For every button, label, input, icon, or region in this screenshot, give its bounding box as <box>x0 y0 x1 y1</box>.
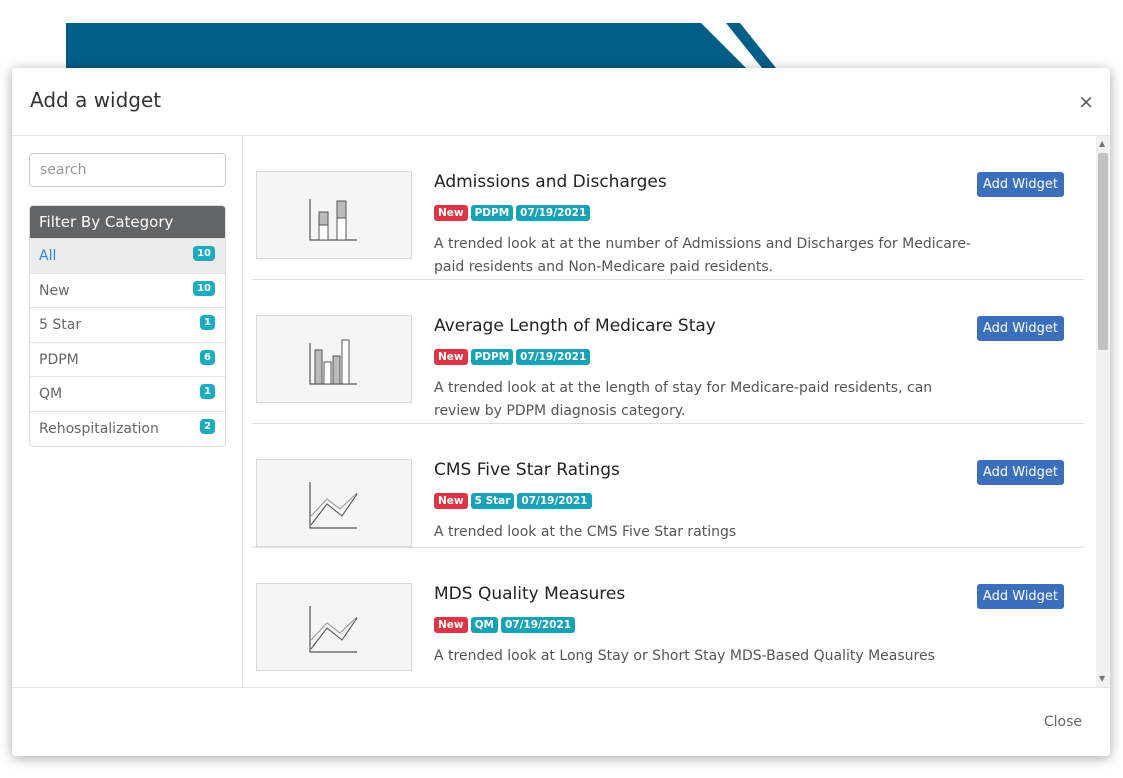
widget-description: A trended look at at the length of stay … <box>434 380 933 419</box>
filter-header: Filter By Category <box>30 206 225 238</box>
scroll-down-icon[interactable]: ▼ <box>1099 675 1105 683</box>
category-tag: 5 Star <box>470 493 515 509</box>
filter-item-label: 5 Star <box>39 317 82 334</box>
widget-title: MDS Quality Measures <box>434 584 626 604</box>
modal-footer: Close <box>12 687 1110 756</box>
widget-thumbnail <box>256 171 412 259</box>
widget-tags: New PDPM 07/19/2021 <box>434 205 591 221</box>
add-widget-button[interactable]: Add Widget <box>976 316 1064 341</box>
add-widget-button[interactable]: Add Widget <box>976 460 1064 485</box>
bar-chart-icon <box>309 339 357 385</box>
add-widget-button[interactable]: Add Widget <box>976 584 1064 609</box>
filter-item-label: Rehospitalization <box>39 420 159 437</box>
count-badge: 6 <box>200 349 215 365</box>
count-badge: 10 <box>193 280 215 296</box>
filter-item-new[interactable]: New 10 <box>30 272 225 308</box>
modal-title: Add a widget <box>30 88 162 112</box>
count-badge: 2 <box>200 418 215 434</box>
count-badge: 1 <box>200 384 215 400</box>
filter-item-label: All <box>39 248 57 264</box>
date-tag: 07/19/2021 <box>516 205 591 221</box>
widget-card: Admissions and Discharges New PDPM 07/19… <box>252 136 1084 280</box>
filter-item-all[interactable]: All 10 <box>30 238 225 273</box>
modal-header: Add a widget × <box>12 68 1110 136</box>
scrollbar[interactable]: ▲ ▼ <box>1096 136 1110 687</box>
filter-item-qm[interactable]: QM 1 <box>30 376 225 411</box>
close-button[interactable]: Close <box>1044 714 1082 730</box>
date-tag: 07/19/2021 <box>517 493 592 509</box>
sidebar: Filter By Category All 10 New 10 5 Star … <box>12 136 243 687</box>
line-chart-icon <box>309 606 358 653</box>
modal-body: Filter By Category All 10 New 10 5 Star … <box>12 136 1110 687</box>
category-tag: PDPM <box>470 205 514 221</box>
widget-card: CMS Five Star Ratings New 5 Star 07/19/2… <box>252 424 1084 548</box>
add-widget-button[interactable]: Add Widget <box>976 172 1064 197</box>
filter-item-pdpm[interactable]: PDPM 6 <box>30 341 225 377</box>
widget-title: Admissions and Discharges <box>434 172 667 192</box>
filter-item-5-star[interactable]: 5 Star 1 <box>30 307 225 342</box>
new-tag: New <box>434 205 468 221</box>
category-tag: PDPM <box>470 349 514 365</box>
scroll-thumb[interactable] <box>1098 153 1108 350</box>
category-filter: Filter By Category All 10 New 10 5 Star … <box>29 205 226 447</box>
widget-card: Average Length of Medicare Stay New PDPM… <box>252 280 1084 424</box>
widget-card: MDS Quality Measures New QM 07/19/2021 A… <box>252 548 1084 687</box>
new-tag: New <box>434 349 468 365</box>
count-badge: 1 <box>200 315 215 331</box>
filter-item-label: New <box>39 282 70 299</box>
close-icon[interactable]: × <box>1078 92 1094 112</box>
widget-title: CMS Five Star Ratings <box>434 460 620 480</box>
new-tag: New <box>434 617 468 633</box>
widget-title: Average Length of Medicare Stay <box>434 316 716 336</box>
date-tag: 07/19/2021 <box>516 349 591 365</box>
date-tag: 07/19/2021 <box>500 617 576 633</box>
widget-thumbnail <box>256 459 412 547</box>
widget-thumbnail <box>256 315 412 403</box>
background-banner <box>66 23 776 68</box>
scroll-up-icon[interactable]: ▲ <box>1099 140 1105 148</box>
filter-item-label: QM <box>39 386 63 403</box>
search-input[interactable] <box>29 153 226 187</box>
new-tag: New <box>434 493 468 509</box>
add-widget-modal: Add a widget × Filter By Category All 10… <box>12 68 1110 756</box>
count-badge: 10 <box>193 246 215 261</box>
category-tag: QM <box>470 617 498 633</box>
widget-list[interactable]: Admissions and Discharges New PDPM 07/19… <box>244 136 1110 687</box>
widget-tags: New QM 07/19/2021 <box>434 617 576 633</box>
widget-thumbnail <box>256 583 412 671</box>
widget-description: A trended look at at the number of Admis… <box>434 236 971 275</box>
widget-description: A trended look at the CMS Five Star rati… <box>434 524 737 540</box>
widget-tags: New 5 Star 07/19/2021 <box>434 493 592 509</box>
line-chart-icon <box>309 482 358 529</box>
stacked-bar-chart-icon <box>309 199 357 241</box>
filter-item-label: PDPM <box>39 351 79 368</box>
widget-tags: New PDPM 07/19/2021 <box>434 349 591 365</box>
filter-item-rehospitalization[interactable]: Rehospitalization 2 <box>30 410 225 446</box>
widget-description: A trended look at Long Stay or Short Sta… <box>434 648 935 664</box>
